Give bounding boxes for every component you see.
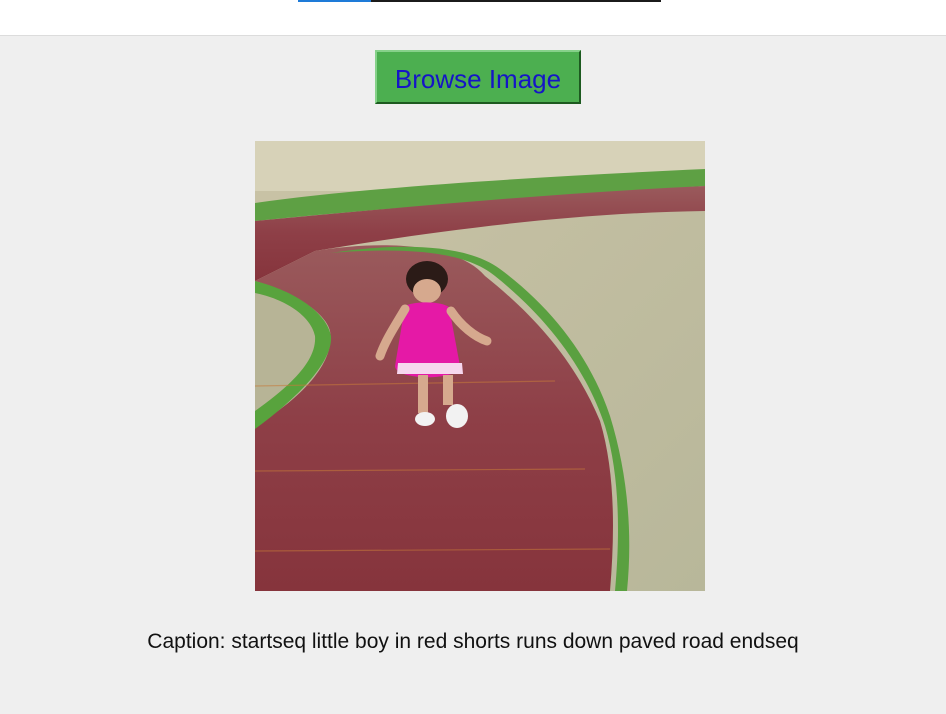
progress-bar	[298, 0, 661, 2]
progress-fill	[298, 0, 371, 2]
preview-photo	[255, 141, 705, 591]
caption-text: Caption: startseq little boy in red shor…	[147, 630, 799, 653]
app-window: Browse Image Caption: startseq little bo…	[0, 36, 946, 714]
image-preview	[255, 141, 705, 591]
browse-image-button[interactable]: Browse Image	[375, 50, 581, 104]
top-bar	[0, 0, 946, 36]
